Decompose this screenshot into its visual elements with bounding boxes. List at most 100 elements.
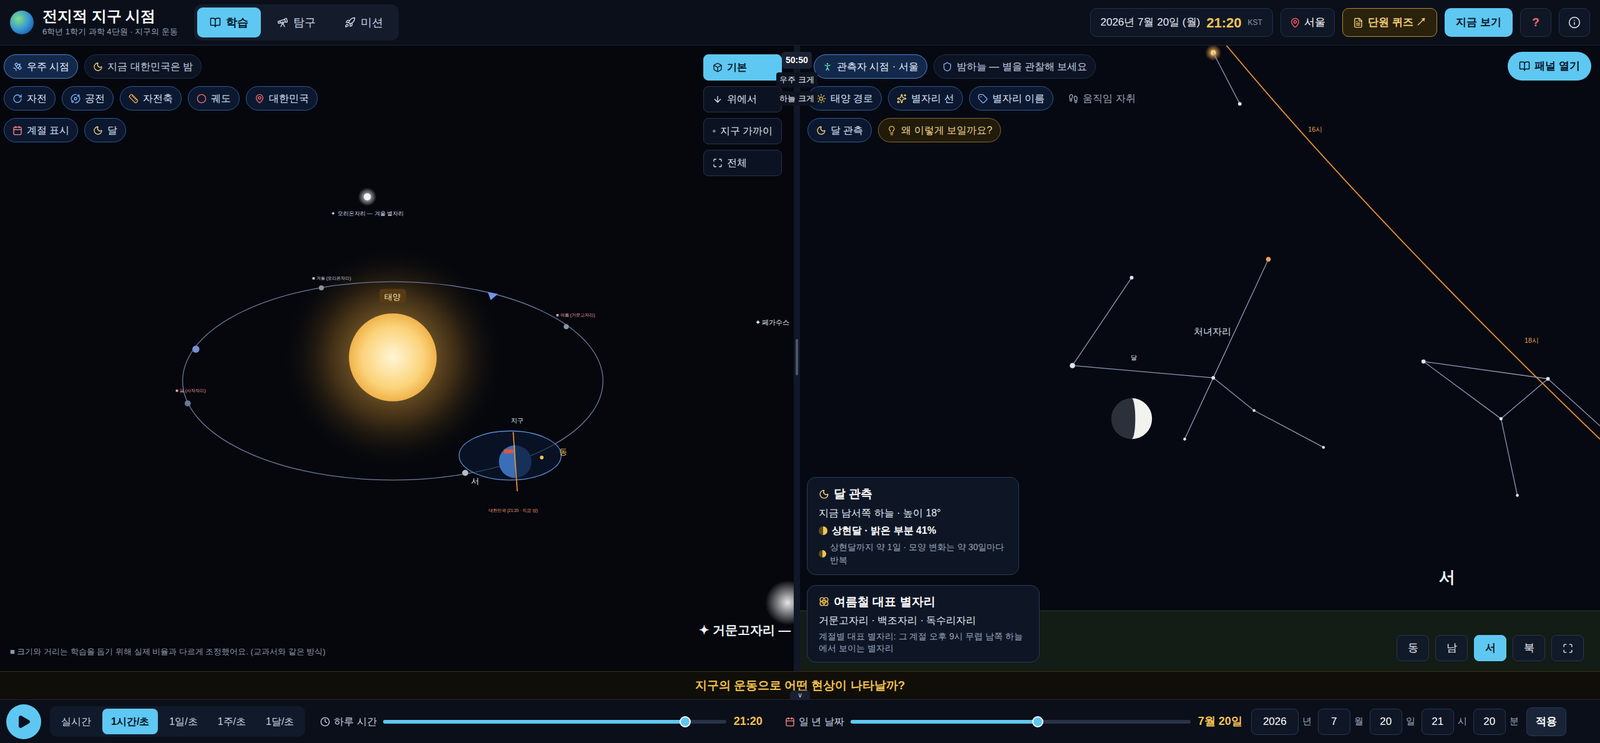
app-subtitle: 6학년 1학기 과학 4단원 · 지구의 운동 <box>42 25 178 39</box>
datetime-field[interactable]: 21 <box>1421 708 1454 735</box>
view-icon <box>712 62 723 73</box>
sky-toggle[interactable]: 별자리 이름 <box>969 86 1054 111</box>
direction-button[interactable]: 동 <box>1396 634 1430 661</box>
day-time-reading: 21:20 <box>733 712 763 730</box>
sky-toggle-row: 태양 경로 별자리 선 별자리 이름 움직임 자취 <box>807 86 1145 111</box>
banner-toggle[interactable]: ∨ <box>790 690 810 699</box>
direction-button[interactable]: 서 <box>1473 634 1507 661</box>
play-icon <box>16 713 32 729</box>
moon-dark-side <box>1111 398 1152 439</box>
lyra-star-glow <box>765 579 794 625</box>
location-button[interactable]: 서울 <box>1280 8 1335 37</box>
space-toggle[interactable]: 달 <box>84 117 127 143</box>
split-divider[interactable] <box>793 45 800 671</box>
panel-open-button[interactable]: 패널 열기 <box>1507 51 1592 81</box>
space-toggle[interactable]: 궤도 <box>187 86 240 111</box>
space-toggle-row: 자전 공전 자전축궤도대한민국 <box>3 86 318 111</box>
sky-toggle-icon <box>816 93 827 104</box>
year-date-slider[interactable] <box>850 719 1191 724</box>
datetime-unit: 일 <box>1405 713 1416 729</box>
space-toggle[interactable]: 대한민국 <box>245 86 318 111</box>
view-button[interactable]: 지구 가까이 <box>703 117 782 145</box>
sky-toggle[interactable]: 별자리 선 <box>887 86 963 111</box>
calendar-icon <box>785 716 796 727</box>
datetime-field-group: 7월 <box>1317 708 1364 735</box>
datetime-display: 2026년 7월 20일 (월)21:20KST <box>1090 8 1274 37</box>
sky-toggle-row: 달 관측왜 이렇게 보일까요? <box>807 117 1145 143</box>
speed-option[interactable]: 1시간/초 <box>102 708 158 734</box>
chip-label: 계절 표시 <box>26 122 70 138</box>
east-label: 동 <box>559 446 568 457</box>
fullscreen-button[interactable] <box>1551 634 1584 661</box>
direction-button[interactable]: 북 <box>1512 634 1546 661</box>
moon-lit-side[interactable] <box>1131 398 1152 439</box>
main-tab[interactable]: 탐구 <box>264 7 329 38</box>
sky-mode-chip[interactable]: 관측자 시점 · 서울 <box>813 54 928 79</box>
space-toolbar: 우주 시점 지금 대한민국은 밤자전 공전 자전축궤도대한민국계절 표시 달 <box>3 54 318 143</box>
apply-button[interactable]: 적용 <box>1526 707 1567 736</box>
sky-toggle[interactable]: 움직임 자취 <box>1059 86 1144 111</box>
space-toggle-icon <box>196 93 207 104</box>
sun-path <box>1226 45 1600 439</box>
quiz-button[interactable]: 단원 퀴즈 ↗ <box>1342 8 1438 37</box>
slider-thumb[interactable] <box>1032 715 1044 727</box>
help-button[interactable]: ? <box>1520 8 1552 37</box>
why-button[interactable]: 왜 이렇게 보일까요? <box>878 117 1001 143</box>
date-text: 2026년 7월 20일 (월) <box>1100 14 1201 31</box>
clock-icon <box>320 716 331 727</box>
space-toggle-icon <box>12 93 23 104</box>
info-button[interactable] <box>1558 8 1591 37</box>
space-toggle[interactable]: 자전 <box>3 86 56 111</box>
question-banner[interactable]: 지구의 운동으로 어떤 현상이 나타날까?∨ <box>0 670 1600 699</box>
datetime-field[interactable]: 7 <box>1317 708 1351 735</box>
day-time-slider[interactable] <box>383 719 727 724</box>
view-icon <box>712 157 723 168</box>
top-bar: 전지적 지구 시점6학년 1학기 과학 4단원 · 지구의 운동 학습탐구미션 20… <box>0 0 1600 46</box>
space-mode-chip[interactable]: 우주 시점 <box>3 54 79 79</box>
chip-label: 자전 <box>26 91 47 107</box>
space-toggle[interactable]: 공전 <box>61 86 114 111</box>
app-title: 전지적 지구 시점 <box>42 7 178 26</box>
sky-toggle[interactable]: 태양 경로 <box>807 86 882 111</box>
speed-option[interactable]: 실시간 <box>52 708 100 734</box>
speed-option[interactable]: 1달/초 <box>257 708 303 734</box>
space-toggle[interactable]: 계절 표시 <box>3 117 79 143</box>
view-button[interactable]: 기본 <box>703 54 782 81</box>
space-toggle-icon <box>12 125 23 136</box>
korea-label: 대한민국 (21:20 · 지금 밤) <box>488 507 538 513</box>
sky-mode-row: 관측자 시점 · 서울밤하늘 — 별을 관찰해 보세요 <box>807 54 1145 79</box>
view-button[interactable]: 위에서 <box>703 86 782 113</box>
datetime-field[interactable]: 2026 <box>1251 708 1299 735</box>
chip-label: 태양 경로 <box>830 91 874 107</box>
datetime-field[interactable]: 20 <box>1369 708 1403 735</box>
moon-note: 상현달까지 약 1일 · 모양 변화는 약 30일마다 반복 <box>818 540 1008 567</box>
sky-bigger-option[interactable]: 하늘 크게 <box>776 91 818 107</box>
orion-star[interactable] <box>363 193 371 201</box>
space-mode-chip[interactable]: 지금 대한민국은 밤 <box>84 54 202 79</box>
divider-handle[interactable] <box>795 338 799 376</box>
main-tab[interactable]: 미션 <box>331 7 396 38</box>
play-button[interactable] <box>6 703 42 739</box>
now-button[interactable]: 지금 보기 <box>1444 8 1513 37</box>
space-mode-row: 우주 시점 지금 대한민국은 밤 <box>3 54 318 79</box>
datetime-field[interactable]: 20 <box>1473 708 1506 735</box>
chip-label: 공전 <box>84 91 105 107</box>
sky-mode-chip[interactable]: 밤하늘 — 별을 관찰해 보세요 <box>933 54 1097 79</box>
view-button[interactable]: 전체 <box>703 149 782 176</box>
constellation-label: 처녀자리 <box>1193 326 1232 337</box>
pin-icon <box>1289 17 1301 29</box>
space-toggle[interactable]: 자전축 <box>119 86 182 111</box>
sun[interactable] <box>348 313 437 402</box>
speed-option[interactable]: 1주/초 <box>209 708 255 734</box>
direction-button[interactable]: 남 <box>1435 634 1468 661</box>
space-bigger-option[interactable]: 우주 크게 <box>776 72 818 88</box>
speed-option[interactable]: 1일/초 <box>160 708 206 734</box>
main-tab[interactable]: 학습 <box>197 7 261 38</box>
sky-toolbar: 관측자 시점 · 서울밤하늘 — 별을 관찰해 보세요태양 경로 별자리 선 별자리… <box>807 54 1145 143</box>
chip-label: 별자리 이름 <box>992 91 1045 107</box>
chip-label: 지금 대한민국은 밤 <box>107 59 193 75</box>
constellation-lines <box>1072 52 1600 495</box>
sky-toggle[interactable]: 달 관측 <box>807 117 872 143</box>
slider-thumb[interactable] <box>679 715 691 727</box>
split-ratio[interactable]: 50:50 <box>781 51 812 69</box>
